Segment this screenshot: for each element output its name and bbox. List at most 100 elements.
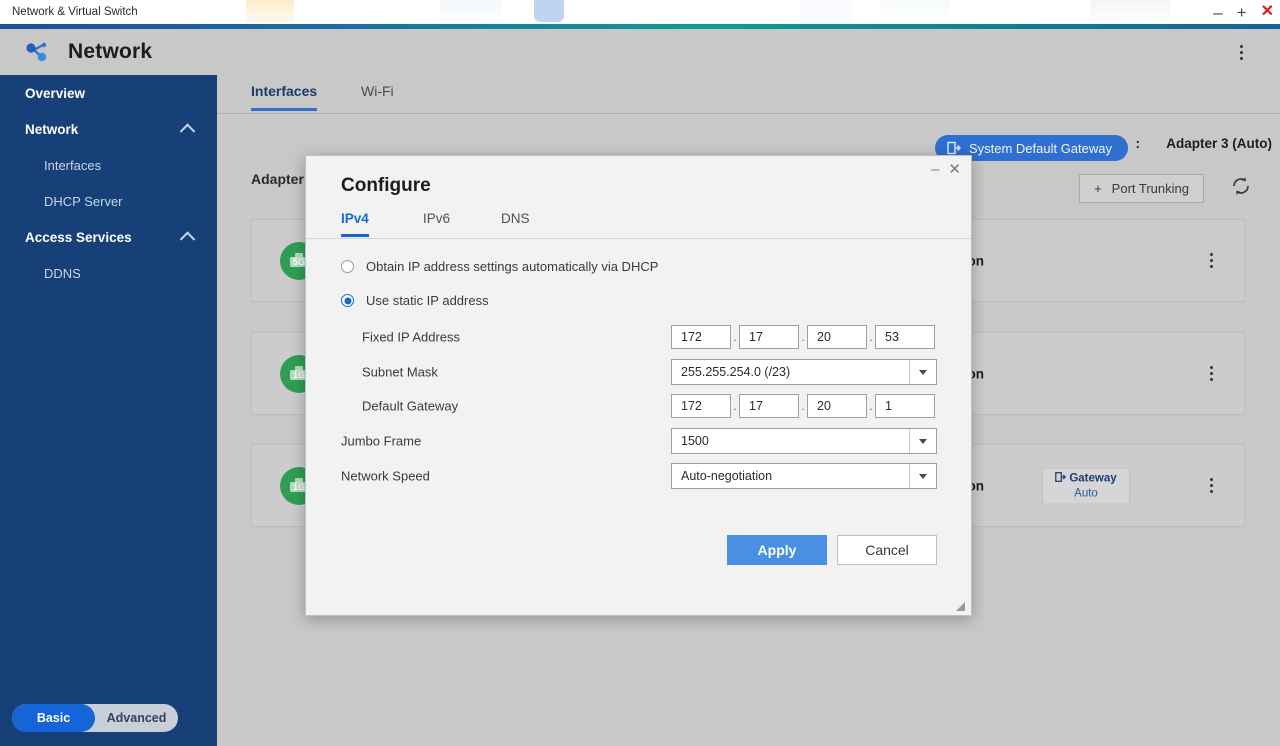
adapter-section-label: Adapter [251, 171, 304, 187]
sidebar-item-network[interactable]: Network [0, 111, 217, 147]
chevron-down-icon [909, 429, 936, 453]
card-kebab-menu-icon[interactable] [1202, 476, 1220, 496]
gateway-icon [947, 141, 961, 155]
resize-handle[interactable] [955, 599, 966, 611]
refresh-icon[interactable] [1230, 175, 1254, 199]
jumbo-frame-value: 1500 [681, 434, 709, 448]
main-tabs: Interfaces Wi-Fi [217, 75, 1280, 114]
network-speed-value: Auto-negotiation [681, 469, 773, 483]
minimize-icon[interactable]: – [1213, 4, 1222, 21]
gateway-separator: : [1135, 136, 1141, 151]
window-title: Network & Virtual Switch [12, 6, 138, 18]
chevron-up-icon [179, 123, 196, 139]
subnet-mask-select[interactable]: 255.255.254.0 (/23) [671, 359, 937, 385]
default-gateway-octet-3[interactable]: 20 [807, 394, 867, 418]
sidebar-item-label: DDNS [44, 265, 81, 281]
fixed-ip-octet-2[interactable]: 17 [739, 325, 799, 349]
window-titlebar: Network & Virtual Switch – + ✕ [0, 0, 1280, 24]
tab-ipv4[interactable]: IPv4 [341, 211, 369, 237]
field-label: Network Speed [341, 468, 430, 484]
dialog-tabs: IPv4 IPv6 DNS [306, 211, 971, 239]
field-label: Jumbo Frame [341, 433, 422, 449]
network-topology-icon [20, 36, 52, 68]
ip-octet-group: 172 . 17 . 20 . 1 [671, 394, 935, 418]
default-gateway-octet-2[interactable]: 17 [739, 394, 799, 418]
subnet-mask-value: 255.255.254.0 (/23) [681, 365, 791, 379]
page-title: Network [68, 40, 153, 63]
dialog-title: Configure [341, 175, 431, 196]
fixed-ip-octet-1[interactable]: 172 [671, 325, 731, 349]
port-trunking-button[interactable]: + Port Trunking [1079, 174, 1204, 203]
adapter-speed-badge: 5G [292, 257, 306, 268]
field-subnet-mask: Subnet Mask 255.255.254.0 (/23) [306, 359, 971, 385]
field-label: Default Gateway [362, 398, 459, 414]
fixed-ip-octet-4[interactable]: 53 [875, 325, 935, 349]
tab-interfaces[interactable]: Interfaces [251, 83, 318, 111]
tab-dns[interactable]: DNS [501, 211, 530, 234]
field-label: Fixed IP Address [362, 329, 461, 345]
fixed-ip-octet-3[interactable]: 20 [807, 325, 867, 349]
gateway-badge-value: Auto [1074, 487, 1098, 499]
radio-static-ip-indicator [341, 294, 354, 307]
dialog-window-controls: – ✕ [931, 162, 961, 177]
octet-separator: . [869, 330, 873, 344]
sidebar-item-ddns[interactable]: DDNS [0, 255, 217, 291]
chevron-up-icon [179, 231, 196, 247]
dialog-minimize-icon[interactable]: – [931, 162, 939, 177]
plus-icon: + [1094, 181, 1102, 196]
field-label: Subnet Mask [362, 364, 438, 380]
gateway-badge-label: Gateway [1069, 472, 1117, 484]
radio-dhcp-indicator [341, 260, 354, 273]
ip-octet-group: 172 . 17 . 20 . 53 [671, 325, 935, 349]
field-default-gateway: Default Gateway 172 . 17 . 20 . 1 [306, 394, 971, 418]
mode-option-advanced[interactable]: Advanced [95, 704, 178, 732]
radio-static-ip-label: Use static IP address [366, 293, 489, 308]
app-header: Network [0, 29, 1280, 76]
field-jumbo-frame: Jumbo Frame 1500 [306, 428, 971, 454]
adapter-speed-badge: 1G [292, 482, 306, 493]
octet-separator: . [733, 330, 737, 344]
default-gateway-octet-1[interactable]: 172 [671, 394, 731, 418]
gateway-icon [1055, 471, 1067, 485]
radio-dhcp-label: Obtain IP address settings automatically… [366, 259, 659, 274]
close-icon[interactable]: ✕ [1261, 4, 1274, 20]
gateway-pill-label: System Default Gateway [968, 140, 1112, 156]
configure-dialog: – ✕ Configure IPv4 IPv6 DNS Obtain IP ad… [305, 155, 972, 616]
field-fixed-ip-address: Fixed IP Address 172 . 17 . 20 . 53 [306, 325, 971, 349]
tab-wifi[interactable]: Wi-Fi [361, 83, 394, 108]
sidebar-item-overview[interactable]: Overview [0, 75, 217, 111]
octet-separator: . [869, 399, 873, 413]
cancel-button[interactable]: Cancel [837, 535, 937, 565]
window-controls: – + ✕ [1213, 0, 1274, 24]
sidebar: Overview Network Interfaces DHCP Server … [0, 75, 217, 746]
kebab-menu-icon[interactable] [1232, 42, 1250, 62]
jumbo-frame-select[interactable]: 1500 [671, 428, 937, 454]
sidebar-item-label: DHCP Server [44, 193, 123, 209]
card-kebab-menu-icon[interactable] [1202, 364, 1220, 384]
app-root: Network & Virtual Switch – + ✕ Network O… [0, 0, 1280, 746]
dialog-footer: Apply Cancel [306, 530, 971, 615]
dialog-body: Obtain IP address settings automatically… [306, 239, 971, 532]
network-speed-select[interactable]: Auto-negotiation [671, 463, 937, 489]
octet-separator: . [801, 330, 805, 344]
titlebar-background-ghosts [0, 0, 1280, 24]
chevron-down-icon [909, 360, 936, 384]
apply-button[interactable]: Apply [727, 535, 827, 565]
sidebar-item-label: Interfaces [44, 157, 102, 173]
sidebar-item-interfaces[interactable]: Interfaces [0, 147, 217, 183]
sidebar-item-access-services[interactable]: Access Services [0, 219, 217, 255]
default-gateway-octet-4[interactable]: 1 [875, 394, 935, 418]
tab-ipv6[interactable]: IPv6 [423, 211, 450, 234]
sidebar-item-label: Access Services [25, 229, 132, 245]
maximize-icon[interactable]: + [1237, 4, 1247, 21]
radio-static-ip[interactable]: Use static IP address [341, 293, 489, 308]
status-badge: Gateway Auto [1042, 467, 1130, 504]
card-kebab-menu-icon[interactable] [1202, 251, 1220, 271]
field-network-speed: Network Speed Auto-negotiation [306, 463, 971, 489]
octet-separator: . [733, 399, 737, 413]
port-trunking-label: Port Trunking [1111, 181, 1189, 196]
radio-dhcp[interactable]: Obtain IP address settings automatically… [341, 259, 658, 274]
dialog-close-icon[interactable]: ✕ [948, 162, 961, 177]
mode-option-basic[interactable]: Basic [12, 704, 95, 732]
sidebar-item-dhcp-server[interactable]: DHCP Server [0, 183, 217, 219]
